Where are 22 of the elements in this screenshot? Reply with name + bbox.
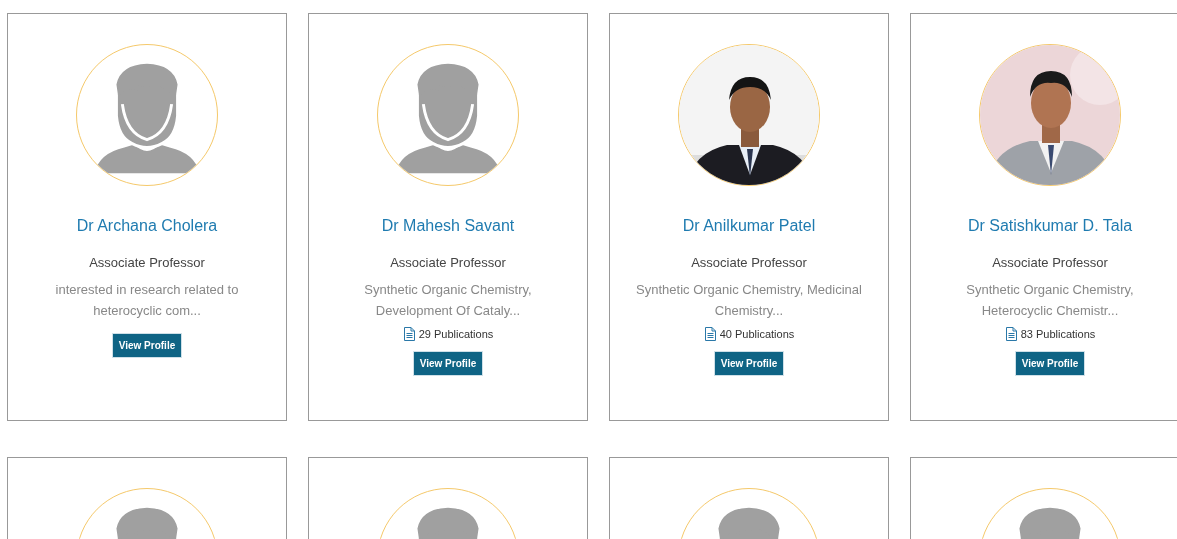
faculty-name[interactable]: Dr Satishkumar D. Tala	[967, 214, 1133, 238]
document-icon	[402, 326, 416, 341]
faculty-name[interactable]: Dr Mahesh Savant	[381, 214, 515, 238]
document-icon	[703, 326, 717, 341]
research-interests: Synthetic Organic Chemistry, Medicinal Chemistry...	[635, 280, 863, 320]
publications-count: 40 Publications	[719, 326, 795, 342]
research-interests: Synthetic Organic Chemistry, Heterocyclic Chemistr...	[965, 280, 1135, 320]
publications-count: 83 Publications	[1020, 326, 1096, 342]
view-profile-button[interactable]: View Profile	[713, 351, 785, 376]
view-profile-button[interactable]: View Profile	[111, 332, 183, 358]
designation: Associate Professor	[390, 254, 506, 272]
publications-count: 29 Publications	[418, 326, 494, 342]
designation: Associate Professor	[89, 254, 205, 272]
designation: Associate Professor	[992, 254, 1108, 272]
faculty-name[interactable]: Dr Archana Cholera	[76, 214, 218, 238]
view-profile-button[interactable]: View Profile	[412, 351, 484, 376]
research-interests: interested in research related to heterocyclic com...	[54, 280, 240, 320]
research-interests: Synthetic Organic Chemistry, Development Of Cataly...	[363, 280, 533, 320]
view-profile-button[interactable]: View Profile	[1014, 351, 1086, 376]
document-icon	[1004, 326, 1018, 341]
designation: Associate Professor	[691, 254, 807, 272]
faculty-name[interactable]: Dr Anilkumar Patel	[682, 214, 816, 238]
